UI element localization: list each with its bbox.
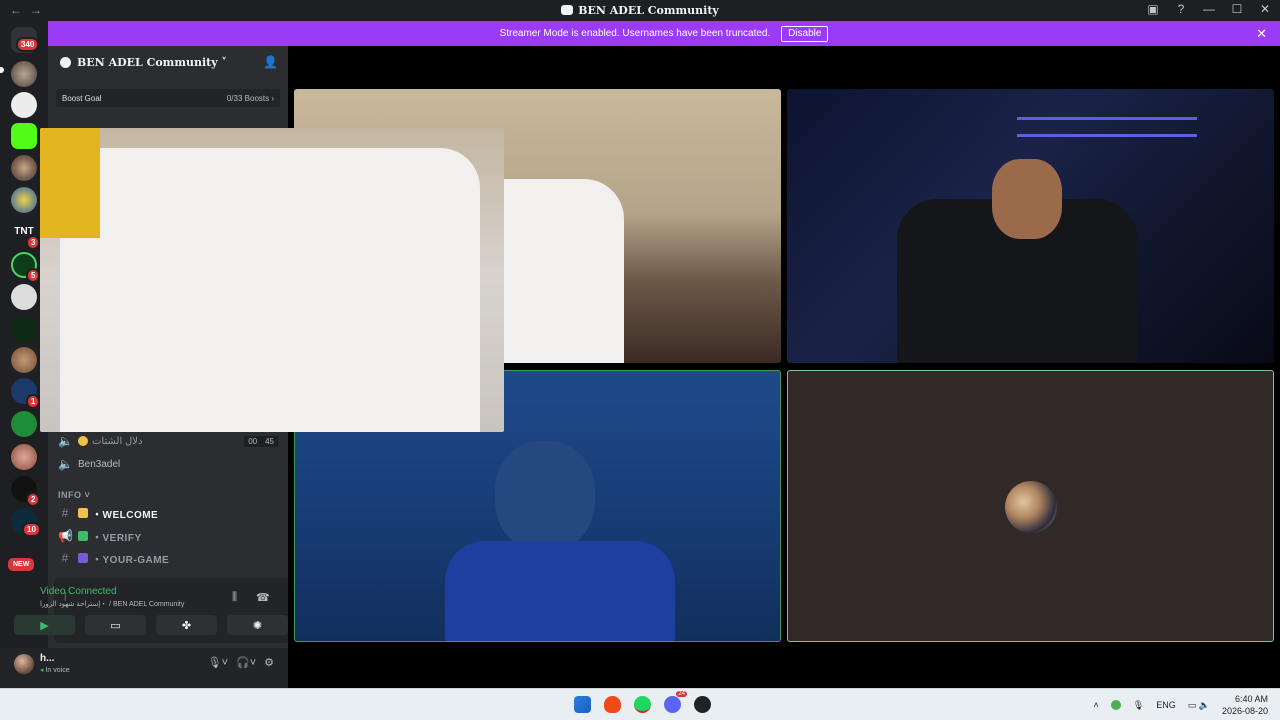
hash-icon: # <box>61 506 69 520</box>
kick-server-icon[interactable] <box>11 123 37 149</box>
maximize-button[interactable]: ☐ <box>1230 2 1244 16</box>
voice-action-row: ▶ ▭ ✤ ✺ <box>14 615 288 635</box>
gamepad-emoji-icon <box>78 553 88 563</box>
emoji-icon <box>78 436 88 446</box>
text-channel-your-game[interactable]: # ・YOUR-GAME <box>48 548 288 568</box>
voice-user-count: 00 45 <box>244 435 278 447</box>
user-panel: h... ◂ In voice 🎙˅ 🎧˅ ⚙ <box>0 648 288 688</box>
server-icon[interactable] <box>11 187 37 213</box>
server-icon[interactable] <box>11 61 37 87</box>
text-channel-welcome[interactable]: # ・WELCOME <box>48 503 288 523</box>
clock[interactable]: 6:40 AM 2026-08-20 <box>1222 693 1268 717</box>
server-badge: 3 <box>26 235 41 250</box>
language-indicator[interactable]: ENG <box>1156 700 1176 710</box>
guild-icon <box>60 56 71 68</box>
headphones-icon[interactable]: 🎧˅ <box>236 656 256 669</box>
discord-unread-badge: 24 <box>676 691 687 697</box>
screen-share-button[interactable]: ▭ <box>85 615 146 635</box>
wave-emoji-icon <box>78 508 88 518</box>
voice-location[interactable]: إستراحة شهود الزورا・ / BEN ADEL Communit… <box>40 599 184 609</box>
new-badge[interactable]: NEW <box>6 556 37 573</box>
participant-avatar <box>1005 481 1057 533</box>
server-pip <box>0 67 4 73</box>
microphone-icon[interactable]: 🎙˅ <box>208 656 228 669</box>
windows-taskbar: 24 ˄ 🎙 ENG ▭ 🔈 6:40 AM 2026-08-20 <box>0 688 1280 720</box>
user-controls: 🎙˅ 🎧˅ ⚙ <box>208 656 274 669</box>
inbox-icon[interactable]: ▣ <box>1146 2 1160 16</box>
in-voice-icon: ◂ <box>40 667 44 674</box>
streamer-mode-banner: Streamer Mode is enabled. Usernames have… <box>48 21 1280 46</box>
window-controls: ▣ ? — ☐ ✕ <box>1146 2 1272 16</box>
voice-channel[interactable]: 🔈 دلال الشتات 00 45 <box>48 431 288 451</box>
server-icon[interactable] <box>11 347 37 373</box>
boost-goal-bar[interactable]: Boost Goal 0/33 Boosts › <box>56 89 280 107</box>
guild-header[interactable]: BEN ADEL Community ˅ 👤 <box>48 46 288 78</box>
user-status: ◂ In voice <box>40 667 70 674</box>
server-icon[interactable] <box>11 92 37 118</box>
text-channel-verify[interactable]: 📢 ・VERIFY <box>48 526 288 546</box>
neon-light <box>1017 117 1197 137</box>
server-badge: 2 <box>26 492 41 507</box>
category-info[interactable]: INFO ˅ <box>58 490 90 500</box>
network-volume-icon[interactable]: ▭ 🔈 <box>1188 700 1210 711</box>
server-icon[interactable] <box>11 411 37 437</box>
window-titlebar: ←→ BEN ADEL Community ▣ ? — ☐ ✕ <box>0 0 1280 21</box>
minimize-button[interactable]: — <box>1202 2 1216 16</box>
invite-people-icon[interactable]: 👤 <box>263 55 278 69</box>
video-tile-4[interactable] <box>787 370 1274 642</box>
megaphone-icon: 📢 <box>58 529 73 543</box>
disconnect-icon[interactable]: ☎ <box>256 591 270 604</box>
close-banner-icon[interactable]: ✕ <box>1256 21 1267 46</box>
participant-video <box>445 541 675 641</box>
help-icon[interactable]: ? <box>1174 2 1188 16</box>
server-badge: 5 <box>26 268 41 283</box>
soundboard-button[interactable]: ✺ <box>227 615 288 635</box>
server-icon[interactable] <box>11 155 37 181</box>
taskbar-apps: 24 <box>574 691 711 713</box>
brave-icon[interactable] <box>604 696 621 713</box>
server-icon[interactable] <box>11 316 37 342</box>
discord-logo-icon <box>561 5 574 15</box>
home-badge: 340 <box>16 37 40 52</box>
spotify-icon[interactable] <box>634 696 651 713</box>
disable-streamer-mode-button[interactable]: Disable <box>781 26 829 42</box>
username[interactable]: h... <box>40 653 54 664</box>
server-badge: 1 <box>26 394 41 409</box>
window-title: BEN ADEL Community <box>0 4 1280 17</box>
speaker-icon: 🔈 <box>58 457 73 471</box>
participant-shirt <box>60 148 480 432</box>
left-stripe <box>40 128 100 238</box>
discord-taskbar-icon[interactable]: 24 <box>664 691 687 713</box>
hash-icon: # <box>61 551 69 565</box>
video-connected-status[interactable]: Video Connected <box>40 586 117 597</box>
activities-button[interactable]: ✤ <box>156 615 217 635</box>
microphone-tray-icon[interactable]: 🎙 <box>1133 700 1144 711</box>
settings-gear-icon[interactable]: ⚙ <box>264 656 274 669</box>
chevron-up-icon[interactable]: ˄ <box>1094 700 1099 710</box>
server-icon[interactable] <box>11 284 37 310</box>
server-badge: 10 <box>22 522 41 537</box>
voice-channel[interactable]: 🔈 Ben3adel <box>48 454 288 474</box>
participant-face <box>495 441 595 551</box>
close-window-button[interactable]: ✕ <box>1258 2 1272 16</box>
user-avatar[interactable] <box>14 654 34 674</box>
camera-button[interactable]: ▶ <box>14 615 75 635</box>
status-dot-icon[interactable] <box>1110 700 1121 710</box>
noise-suppression-icon[interactable]: ⫼ <box>232 591 237 604</box>
speaker-icon: 🔈 <box>58 434 73 448</box>
start-icon[interactable] <box>574 696 591 713</box>
video-tile-2[interactable] <box>787 89 1274 363</box>
check-emoji-icon <box>78 531 88 541</box>
system-tray: ˄ 🎙 ENG ▭ 🔈 6:40 AM 2026-08-20 <box>1094 693 1268 717</box>
popout-video[interactable] <box>40 128 504 432</box>
app-icon[interactable] <box>694 696 711 713</box>
participant-face <box>992 159 1062 239</box>
server-icon[interactable] <box>11 444 37 470</box>
